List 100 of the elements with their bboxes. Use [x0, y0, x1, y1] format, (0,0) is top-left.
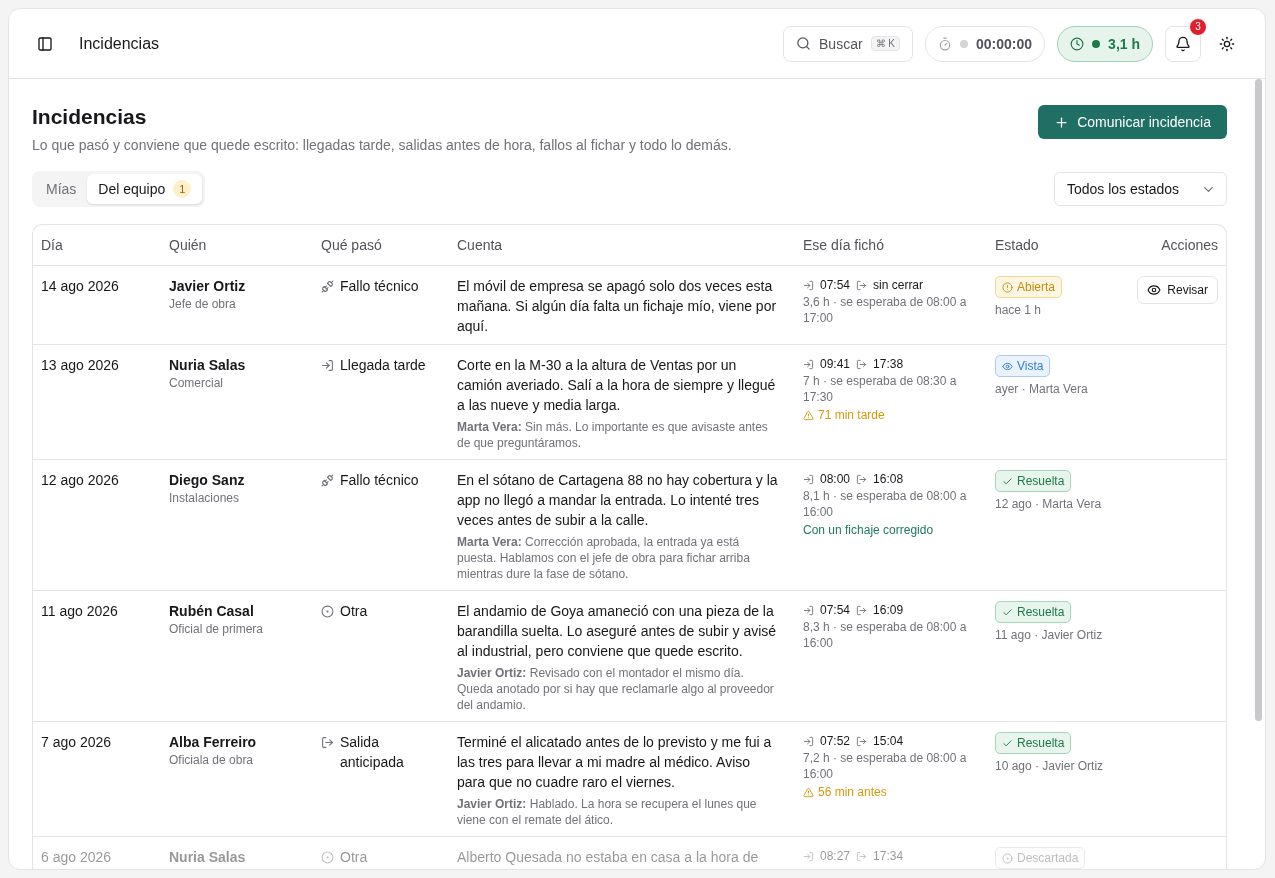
review-comment: Javier Ortiz: Hablado. La hora se recupera el lunes que viene con el remate del ático. [457, 796, 758, 828]
unplug-icon [321, 474, 334, 487]
account-text: Corte en la M-30 a la altura de Ventas por un camión averiado. Salí a la hora de siempre y llegué a las nueve y media larga. [457, 356, 777, 415]
tab[interactable]: Mías [35, 174, 88, 204]
status-badge: Resuelta [995, 470, 1072, 492]
person-role: Oficial de primera [169, 621, 264, 637]
expected-hours: 7,2 h · se esperaba de 08:00 a 16:00 [803, 750, 968, 782]
login-icon [803, 735, 814, 747]
clock-icon [1070, 36, 1085, 51]
logout-icon [321, 736, 334, 749]
column-header: Día [40, 237, 64, 253]
clock-out-time: 16:08 [873, 472, 904, 486]
incident-type: Otra [340, 602, 368, 621]
search-button[interactable]: Buscar ⌘ K [783, 25, 914, 62]
expected-hours: 8,1 h · se esperaba de 08:00 a 16:00 [803, 488, 968, 520]
page-title: Incidencias [32, 105, 148, 129]
person-name: Nuria Salas [169, 848, 246, 867]
warning-icon [803, 786, 814, 798]
person-role: Oficiala de obra [169, 752, 254, 768]
status-meta: 11 ago · Javier Ortiz [995, 627, 1103, 643]
notification-badge: 3 [1189, 17, 1207, 36]
login-icon [321, 359, 334, 372]
circle-icon [1002, 852, 1013, 864]
status-filter[interactable]: Todos los estados [1053, 172, 1227, 206]
punch-note: 71 min tarde [818, 407, 885, 423]
account-text: El andamio de Goya amaneció con una pieza de la barandilla suelta. Lo aseguré antes de subir y avisé al industrial, pero conviene que quede escrito. [457, 602, 778, 661]
account-text: Alberto Quesada no estaba en casa a la hora de [457, 848, 759, 867]
clock-out-time: sin cerrar [873, 278, 924, 292]
shortcut-key: ⌘ K [870, 36, 901, 51]
eye-icon [1147, 283, 1162, 297]
sun-icon [1219, 35, 1235, 52]
alert-icon [1002, 281, 1013, 293]
column-header: Ese día fichó [802, 237, 885, 253]
page-heading: Incidencias [79, 34, 161, 53]
review-button[interactable]: Revisar [1137, 276, 1218, 304]
account-text: En el sótano de Cartagena 88 no hay cobertura y la app no llegó a mandar la entrada. Lo intenté tres veces antes de subir a la calle. [457, 471, 779, 530]
logout-icon [856, 735, 868, 747]
column-header: Estado [994, 237, 1040, 253]
eye-icon [1002, 360, 1013, 372]
check-icon [1002, 475, 1013, 487]
review-comment: Marta Vera: Sin más. Lo importante es que avisaste antes de que preguntáramos. [457, 419, 769, 451]
clock-out-time: 15:04 [873, 734, 904, 748]
incident-type: Otra [340, 848, 368, 867]
status-meta: 12 ago · Marta Vera [995, 496, 1102, 512]
clock-out-time: 17:38 [873, 357, 904, 371]
person-name: Alba Ferreiro [169, 733, 257, 752]
status-badge: Abierta [995, 276, 1063, 298]
clock-out-time: 16:09 [873, 603, 904, 617]
login-icon [803, 279, 814, 291]
check-icon [1002, 606, 1013, 618]
status-meta: 10 ago · Javier Ortiz [995, 758, 1104, 774]
worked-hours[interactable]: 3,1 h [1057, 25, 1153, 62]
report-incident-button[interactable]: Comunicar incidencia [1038, 105, 1227, 139]
logout-icon [856, 279, 868, 291]
person-role: Jefe de obra [169, 296, 236, 312]
punch-note: 56 min antes [818, 784, 887, 800]
logout-icon [856, 473, 868, 485]
punch-note: Con un fichaje corregido [803, 522, 934, 538]
plus-icon [1054, 114, 1070, 130]
bell-icon [1175, 35, 1191, 52]
review-comment: Marta Vera: Corrección aprobada, la entrada ya está puesta. Hablamos con el jefe de obra para fichar arriba mientras dure la fase de sótano. [457, 534, 751, 582]
day-cell-text: 11 ago 2026 [41, 602, 118, 621]
column-header: Quién [168, 237, 208, 253]
login-icon [803, 604, 814, 616]
status-meta: ayer · Marta Vera [995, 381, 1088, 397]
circle-dot-icon [321, 605, 334, 618]
column-header: Cuenta [456, 237, 504, 253]
scrollbar[interactable] [1255, 79, 1262, 721]
clock-in-time: 07:54 [820, 603, 851, 617]
check-icon [1002, 737, 1013, 749]
login-icon [803, 358, 814, 370]
day-cell-text: 6 ago 2026 [41, 848, 112, 867]
day-cell-text: 12 ago 2026 [41, 471, 119, 490]
person-name: Diego Sanz [169, 471, 245, 490]
day-cell-text: 14 ago 2026 [41, 277, 119, 296]
logout-icon [856, 604, 868, 616]
tab[interactable]: Del equipo 1 [87, 174, 203, 204]
incident-type: Fallo técnico [340, 277, 419, 296]
day-cell-text: 13 ago 2026 [41, 356, 119, 375]
status-badge: Resuelta [995, 732, 1072, 754]
timer-button[interactable]: 00:00:00 [925, 25, 1046, 62]
clock-in-time: 09:41 [820, 357, 851, 371]
warning-icon [803, 409, 814, 421]
account-text: Terminé el alicatado antes de lo previsto y me fui a las tres para llevar a mi madre al médico. Aviso para que no cuadre raro el viernes. [457, 733, 773, 792]
expected-hours: 3,6 h · se esperaba de 08:00 a 17:00 [803, 294, 968, 326]
incident-type: Salida anticipada [340, 733, 405, 772]
review-comment: Javier Ortiz: Revisado con el montador el mismo día. Queda anotado por si hay que reclamarle algo al proveedor del andamio. [457, 665, 775, 713]
login-icon [803, 850, 814, 862]
sidebar-icon [37, 35, 53, 52]
unplug-icon [321, 280, 334, 293]
expected-hours: 7 h · se esperaba de 08:30 a 17:30 [803, 373, 958, 405]
person-name: Javier Ortiz [169, 277, 246, 296]
column-header: Acciones [1160, 237, 1219, 253]
status-badge: Resuelta [995, 601, 1072, 623]
status-badge: Vista [995, 355, 1051, 377]
clock-in-time: 07:52 [820, 734, 851, 748]
clock-out-time: 17:34 [873, 849, 904, 863]
login-icon [803, 473, 814, 485]
day-cell-text: 7 ago 2026 [41, 733, 112, 752]
person-name: Nuria Salas [169, 356, 246, 375]
